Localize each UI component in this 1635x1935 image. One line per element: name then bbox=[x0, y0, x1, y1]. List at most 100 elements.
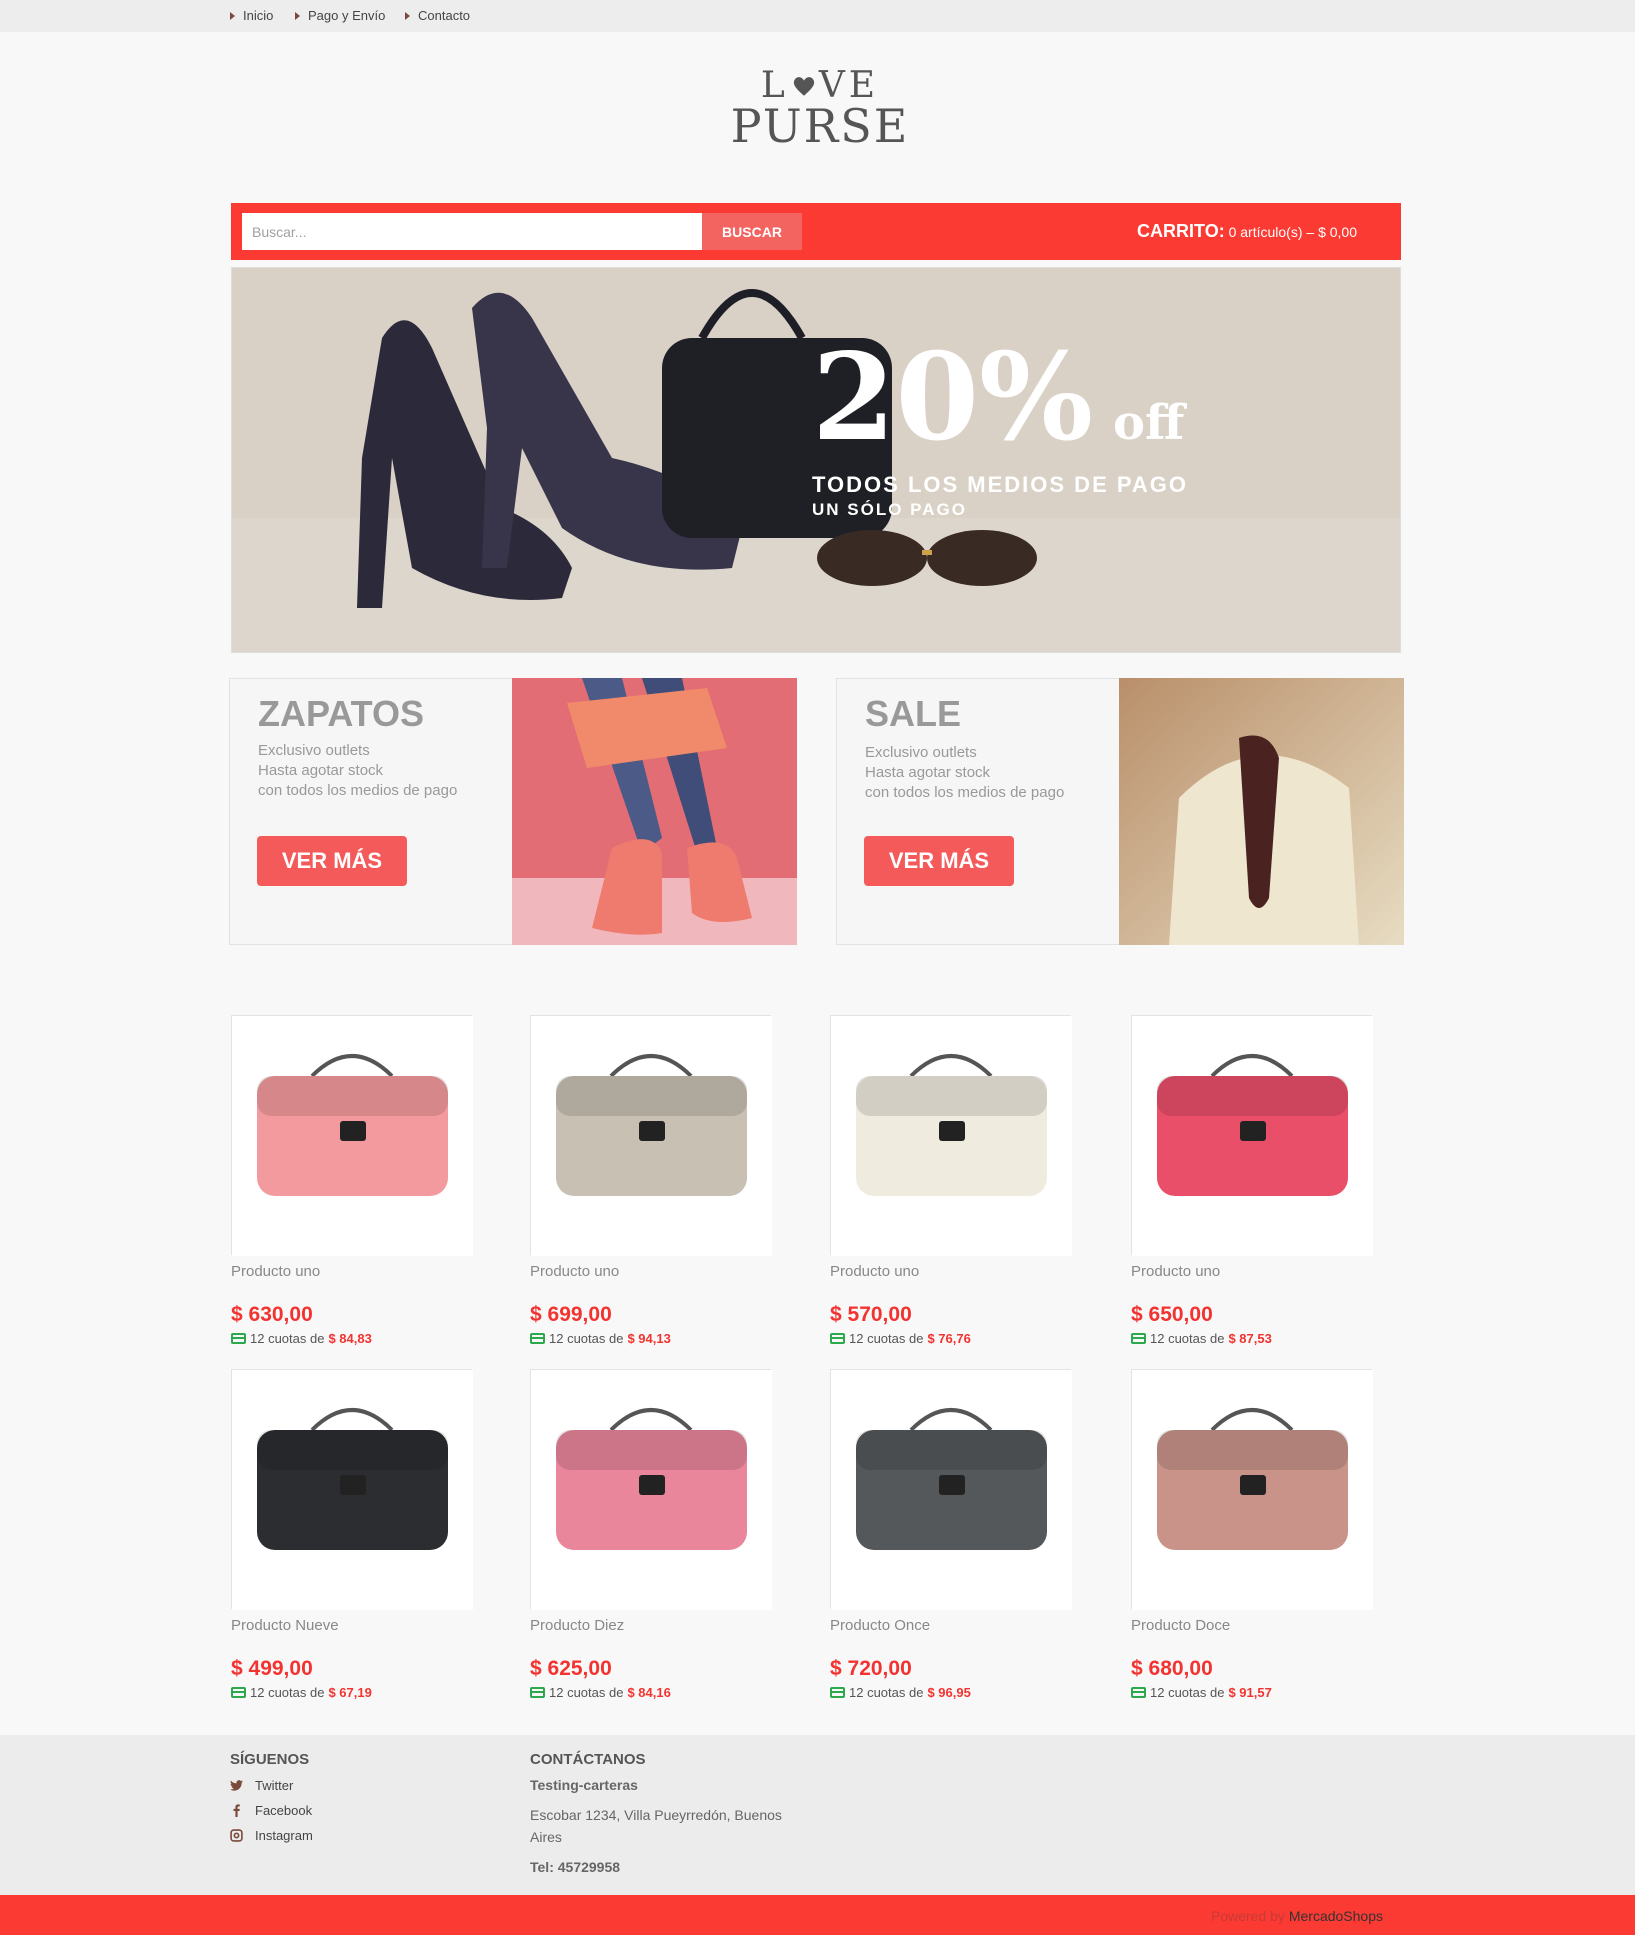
nav-item-contacto[interactable]: Contacto bbox=[405, 8, 470, 23]
product-installments: 12 cuotas de $ 94,13 bbox=[530, 1331, 671, 1346]
product-image[interactable] bbox=[530, 1369, 772, 1610]
social-label: Twitter bbox=[255, 1778, 294, 1793]
product-card[interactable]: Producto uno $ 699,00 12 cuotas de $ 94,13 bbox=[530, 1015, 772, 1355]
product-card[interactable]: Producto Nueve $ 499,00 12 cuotas de $ 67,1… bbox=[231, 1369, 473, 1709]
social-instagram[interactable]: Instagram bbox=[230, 1828, 313, 1843]
hero-subtitle: TODOS LOS MEDIOS DE PAGO bbox=[812, 472, 1189, 497]
installments-label: 12 cuotas de bbox=[849, 1685, 924, 1700]
product-price: $ 699,00 bbox=[530, 1303, 612, 1326]
hero-percent: 20% bbox=[812, 327, 1094, 468]
ver-mas-button[interactable]: VER MÁS bbox=[257, 836, 407, 886]
product-installments: 12 cuotas de $ 67,19 bbox=[231, 1685, 372, 1700]
promo-title: SALE bbox=[865, 693, 962, 734]
product-image[interactable] bbox=[231, 1369, 473, 1610]
product-image[interactable] bbox=[231, 1015, 473, 1256]
credit-card-icon bbox=[1131, 1687, 1146, 1698]
top-nav: Inicio Pago y Envío Contacto bbox=[0, 0, 1635, 32]
search-bar: BUSCAR CARRITO: 0 artículo(s) – $ 0,00 bbox=[231, 203, 1401, 260]
product-image[interactable] bbox=[830, 1369, 1072, 1610]
caret-right-icon bbox=[295, 11, 300, 20]
store-logo[interactable]: L VE PURSE bbox=[700, 68, 940, 153]
powered-by[interactable]: Powered by MercadoShops bbox=[1211, 1908, 1383, 1924]
cart-label: CARRITO: bbox=[1137, 221, 1225, 241]
cart-link[interactable]: CARRITO: 0 artículo(s) – $ 0,00 bbox=[1137, 221, 1357, 242]
product-price: $ 650,00 bbox=[1131, 1303, 1213, 1326]
nav-item-pago-envio[interactable]: Pago y Envío bbox=[295, 8, 385, 23]
product-image[interactable] bbox=[830, 1015, 1072, 1256]
search-input[interactable] bbox=[242, 213, 702, 250]
heart-icon bbox=[793, 77, 814, 96]
product-name[interactable]: Producto uno bbox=[830, 1263, 1071, 1280]
nav-item-inicio[interactable]: Inicio bbox=[230, 8, 273, 23]
footer-contact: CONTÁCTANOS Testing-carteras Escobar 123… bbox=[530, 1751, 810, 1878]
product-card[interactable]: Producto Doce $ 680,00 12 cuotas de $ 91,57 bbox=[1131, 1369, 1373, 1709]
handbag-icon bbox=[531, 1370, 772, 1610]
nav-label: Inicio bbox=[243, 8, 274, 23]
credit-card-icon bbox=[830, 1687, 845, 1698]
product-name[interactable]: Producto Doce bbox=[1131, 1617, 1372, 1634]
credit-card-icon bbox=[830, 1333, 845, 1344]
handbag-icon bbox=[831, 1016, 1072, 1256]
handbag-icon bbox=[232, 1016, 473, 1256]
installment-amount: $ 67,19 bbox=[328, 1685, 372, 1700]
installment-amount: $ 91,57 bbox=[1228, 1685, 1272, 1700]
product-name[interactable]: Producto uno bbox=[231, 1263, 472, 1280]
product-name[interactable]: Producto Diez bbox=[530, 1617, 771, 1634]
product-name[interactable]: Producto Once bbox=[830, 1617, 1071, 1634]
product-card[interactable]: Producto uno $ 630,00 12 cuotas de $ 84,83 bbox=[231, 1015, 473, 1355]
promo-sale: SALE Exclusivo outlets Hasta agotar stoc… bbox=[836, 678, 1404, 945]
twitter-icon bbox=[230, 1780, 243, 1791]
product-image[interactable] bbox=[1131, 1369, 1373, 1610]
product-price: $ 499,00 bbox=[231, 1657, 313, 1680]
credit-card-icon bbox=[231, 1333, 246, 1344]
promo-line: con todos los medios de pago bbox=[865, 784, 1065, 801]
credit-card-icon bbox=[1131, 1333, 1146, 1344]
installment-amount: $ 94,13 bbox=[627, 1331, 671, 1346]
promo-zapatos: ZAPATOS Exclusivo outlets Hasta agotar s… bbox=[229, 678, 797, 945]
caret-right-icon bbox=[230, 11, 235, 20]
powered-brand: MercadoShops bbox=[1288, 1908, 1383, 1924]
search-button[interactable]: BUSCAR bbox=[702, 213, 802, 250]
installment-amount: $ 76,76 bbox=[927, 1331, 971, 1346]
hero-banner[interactable]: 20% off TODOS LOS MEDIOS DE PAGO UN SÓLO … bbox=[231, 267, 1401, 653]
product-card[interactable]: Producto Once $ 720,00 12 cuotas de $ 96,95 bbox=[830, 1369, 1072, 1709]
product-installments: 12 cuotas de $ 96,95 bbox=[830, 1685, 971, 1700]
promo-line: Exclusivo outlets bbox=[258, 742, 370, 759]
product-image[interactable] bbox=[1131, 1015, 1373, 1256]
promo-line: Hasta agotar stock bbox=[865, 764, 991, 781]
product-installments: 12 cuotas de $ 84,16 bbox=[530, 1685, 671, 1700]
footer-title: SÍGUENOS bbox=[230, 1751, 310, 1768]
caret-right-icon bbox=[405, 11, 410, 20]
installment-amount: $ 84,16 bbox=[627, 1685, 671, 1700]
installments-label: 12 cuotas de bbox=[549, 1685, 624, 1700]
product-card[interactable]: Producto uno $ 650,00 12 cuotas de $ 87,53 bbox=[1131, 1015, 1373, 1355]
ver-mas-button[interactable]: VER MÁS bbox=[864, 836, 1014, 886]
logo-text: PURSE bbox=[730, 99, 910, 153]
product-image[interactable] bbox=[530, 1015, 772, 1256]
product-name[interactable]: Producto uno bbox=[530, 1263, 771, 1280]
instagram-icon bbox=[230, 1829, 243, 1842]
social-facebook[interactable]: Facebook bbox=[230, 1803, 313, 1818]
product-name[interactable]: Producto uno bbox=[1131, 1263, 1372, 1280]
installments-label: 12 cuotas de bbox=[1150, 1685, 1225, 1700]
bottom-bar: Powered by MercadoShops bbox=[0, 1895, 1635, 1935]
social-twitter[interactable]: Twitter bbox=[230, 1778, 313, 1793]
hero-off: off bbox=[1113, 395, 1185, 451]
handbag-icon bbox=[1132, 1016, 1373, 1256]
product-card[interactable]: Producto uno $ 570,00 12 cuotas de $ 76,76 bbox=[830, 1015, 1072, 1355]
promo-text: Exclusivo outlets Hasta agotar stock con… bbox=[258, 741, 457, 801]
product-installments: 12 cuotas de $ 84,83 bbox=[231, 1331, 372, 1346]
company-phone: Tel: 45729958 bbox=[530, 1859, 621, 1875]
installment-amount: $ 84,83 bbox=[328, 1331, 372, 1346]
credit-card-icon bbox=[530, 1687, 545, 1698]
product-name[interactable]: Producto Nueve bbox=[231, 1617, 472, 1634]
product-price: $ 630,00 bbox=[231, 1303, 313, 1326]
installment-amount: $ 96,95 bbox=[927, 1685, 971, 1700]
installment-amount: $ 87,53 bbox=[1228, 1331, 1272, 1346]
handbag-icon bbox=[1132, 1370, 1373, 1610]
promo-line: Exclusivo outlets bbox=[865, 744, 977, 761]
installments-label: 12 cuotas de bbox=[849, 1331, 924, 1346]
promo-line: con todos los medios de pago bbox=[258, 782, 458, 799]
product-card[interactable]: Producto Diez $ 625,00 12 cuotas de $ 84,16 bbox=[530, 1369, 772, 1709]
cart-summary: 0 artículo(s) – $ 0,00 bbox=[1228, 224, 1357, 240]
